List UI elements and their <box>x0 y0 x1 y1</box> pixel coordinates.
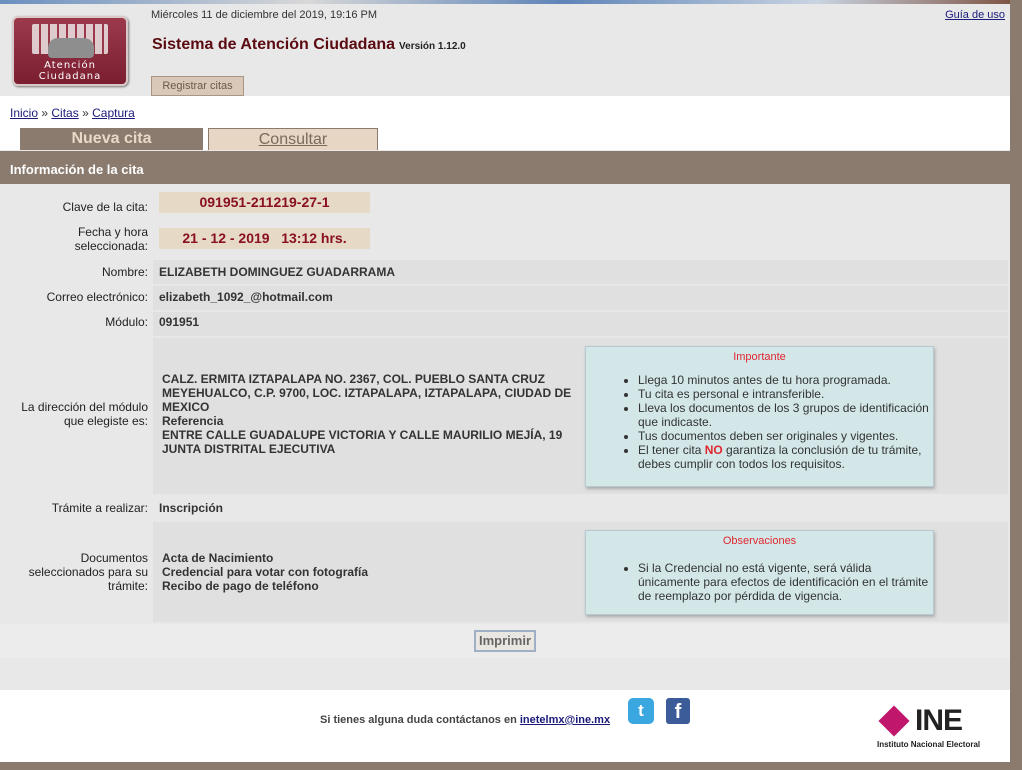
document-item: Acta de Nacimiento <box>162 551 274 565</box>
important-title: Importante <box>733 351 786 363</box>
address-line: MEYEHUALCO, C.P. 9700, LOC. IZTAPALAPA, … <box>162 386 572 400</box>
modulo-label: Módulo: <box>105 315 148 329</box>
clave-label: Clave de la cita: <box>62 200 148 214</box>
observation-item: Si la Credencial no está vigente, será v… <box>638 561 933 603</box>
nombre-label: Nombre: <box>101 265 148 279</box>
system-title: Sistema de Atención Ciudadana Versión 1.1… <box>152 36 466 54</box>
direccion-label: La dirección del módulo que elegiste es: <box>0 400 148 428</box>
window-right-border <box>1010 0 1022 770</box>
breadcrumb-captura[interactable]: Captura <box>92 106 135 120</box>
direccion-label-line2: que elegiste es: <box>63 414 148 428</box>
document-item: Recibo de pago de teléfono <box>162 579 319 593</box>
modulo-value: 091951 <box>159 315 200 329</box>
version-label: Versión 1.12.0 <box>399 41 466 52</box>
logo-text-line2: Ciudadana <box>38 71 102 82</box>
twitter-icon[interactable]: t <box>628 698 654 724</box>
breadcrumb-citas[interactable]: Citas <box>51 106 78 120</box>
breadcrumb-separator: » <box>41 106 49 120</box>
print-button[interactable]: Imprimir <box>474 630 536 652</box>
important-item: Lleva los documentos de los 3 grupos de … <box>638 401 933 429</box>
address-line: MEXICO <box>162 400 210 414</box>
important-item-pre: El tener cita <box>638 443 705 457</box>
important-item: Tus documentos deben ser originales y vi… <box>638 429 933 443</box>
fecha-label: Fecha y hora seleccionada: <box>0 225 148 253</box>
breadcrumb-home[interactable]: Inicio <box>10 106 38 120</box>
contact-label: Si tienes alguna duda contáctanos en <box>320 714 520 726</box>
observations-box: Observaciones Si la Credencial no está v… <box>585 530 934 615</box>
observations-title: Observaciones <box>722 535 797 547</box>
contact-text: Si tienes alguna duda contáctanos en ine… <box>320 714 610 726</box>
important-item: El tener cita NO garantiza la conclusión… <box>638 443 933 471</box>
row-background <box>153 312 1008 336</box>
fecha-label-line1: Fecha y hora <box>77 225 148 239</box>
fecha-label-line2: seleccionada: <box>74 239 148 253</box>
module-address: CALZ. ERMITA IZTAPALAPA NO. 2367, COL. P… <box>162 372 577 456</box>
current-date: Miércoles 11 de diciembre del 2019, 19:1… <box>151 9 378 21</box>
documentos-label-line2: seleccionados para su <box>28 565 148 579</box>
important-item: Llega 10 minutos antes de tu hora progra… <box>638 373 933 387</box>
correo-label: Correo electrónico: <box>46 290 148 304</box>
register-appointments-button[interactable]: Registrar citas <box>151 76 244 96</box>
important-notice-box: Importante Llega 10 minutos antes de tu … <box>585 346 934 487</box>
atencion-ciudadana-logo[interactable]: Atención Ciudadana <box>12 16 128 86</box>
facebook-icon[interactable]: f <box>666 698 690 724</box>
address-line: JUNTA DISTRITAL EJECUTIVA <box>162 442 336 456</box>
contact-email-link[interactable]: inetelmx@ine.mx <box>520 714 610 726</box>
tab-new-appointment[interactable]: Nueva cita <box>20 128 203 150</box>
important-no: NO <box>704 443 723 457</box>
important-item: Tu cita es personal e intransferible. <box>638 387 933 401</box>
direccion-label-line1: La dirección del módulo <box>21 400 148 414</box>
window-bottom-border <box>0 762 1022 770</box>
tramite-label: Trámite a realizar: <box>51 501 148 515</box>
address-line: ENTRE CALLE GUADALUPE VICTORIA Y CALLE M… <box>162 428 563 442</box>
section-title: Información de la cita <box>0 150 1010 184</box>
ine-logo-text: INE <box>915 704 963 737</box>
tramite-value: Inscripción <box>159 501 224 515</box>
header: Atención Ciudadana Miércoles 11 de dicie… <box>0 4 1010 96</box>
address-reference-label: Referencia <box>162 414 224 428</box>
breadcrumb: Inicio » Citas » Captura <box>10 106 135 120</box>
document-item: Credencial para votar con fotografía <box>162 565 369 579</box>
footer: Si tienes alguna duda contáctanos en ine… <box>0 690 1010 762</box>
hands-icon <box>48 38 94 58</box>
nav-area: Inicio » Citas » Captura Nueva cita Cons… <box>0 96 1010 150</box>
fecha-value: 21 - 12 - 2019 13:12 hrs. <box>159 228 370 249</box>
page-frame: Atención Ciudadana Miércoles 11 de dicie… <box>0 4 1010 762</box>
documentos-label-line1: Documentos <box>80 551 148 565</box>
documents-list: Acta de Nacimiento Credencial para votar… <box>162 551 577 593</box>
nombre-value: ELIZABETH DOMINGUEZ GUADARRAMA <box>159 265 395 279</box>
address-line: CALZ. ERMITA IZTAPALAPA NO. 2367, COL. P… <box>162 372 545 386</box>
documentos-label: Documentos seleccionados para su trámite… <box>0 551 148 593</box>
system-title-text: Sistema de Atención Ciudadana <box>152 36 396 53</box>
ine-diamond-icon <box>878 705 910 737</box>
guide-link[interactable]: Guía de uso <box>945 9 1005 21</box>
tab-consult[interactable]: Consultar <box>208 128 378 150</box>
ine-logo-subtitle: Instituto Nacional Electoral <box>877 740 981 749</box>
correo-value: elizabeth_1092_@hotmail.com <box>159 290 333 304</box>
logo-text-line1: Atención <box>44 60 96 71</box>
documentos-label-line3: trámite: <box>107 579 148 593</box>
breadcrumb-separator: » <box>82 106 89 120</box>
clave-value: 091951-211219-27-1 <box>159 192 370 213</box>
